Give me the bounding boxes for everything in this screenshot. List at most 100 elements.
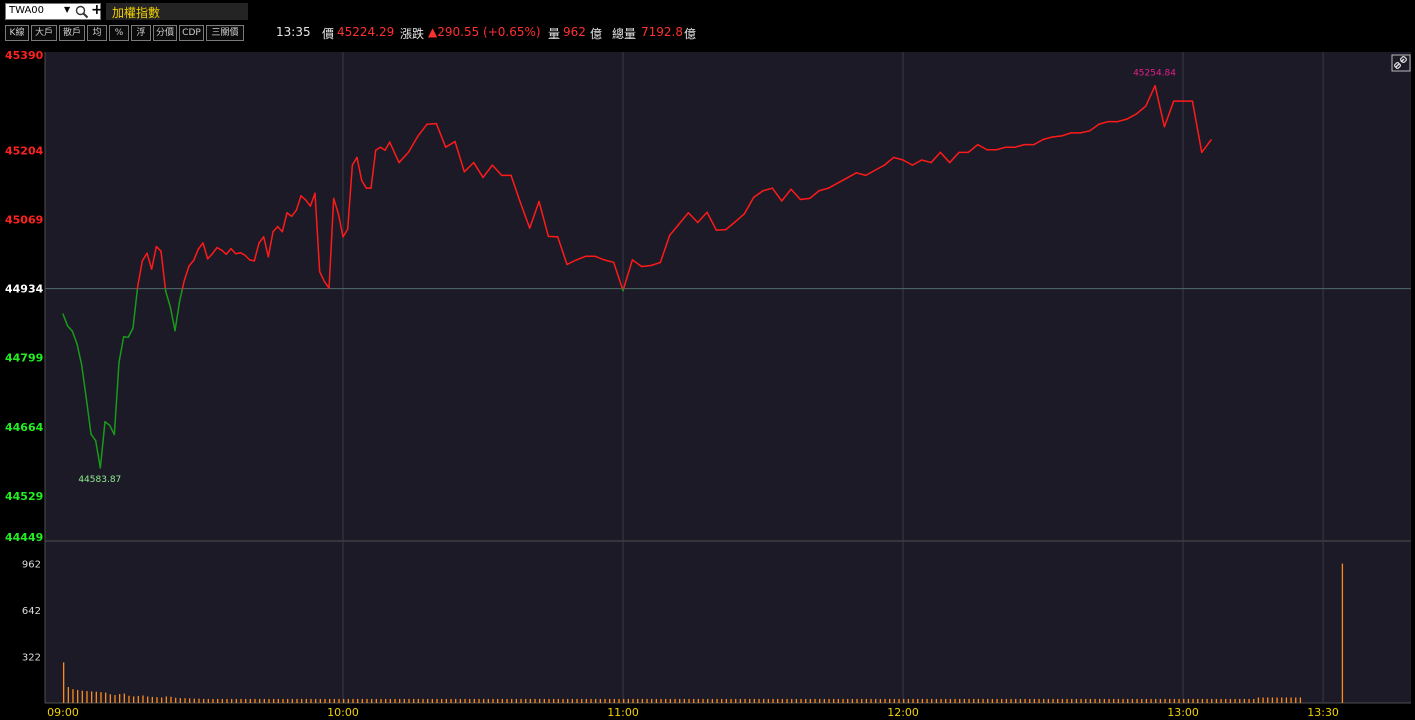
volume-value: 962 (563, 25, 586, 39)
volume-bar (1220, 698, 1222, 703)
volume-bar (1248, 698, 1250, 703)
volume-bar (161, 697, 163, 703)
search-icon[interactable] (75, 5, 89, 19)
price-segment (640, 264, 652, 268)
volume-bar (1047, 698, 1050, 703)
volume-bar (319, 698, 321, 703)
volume-bar (1155, 698, 1157, 703)
price-segment (426, 122, 438, 125)
link-icon[interactable] (1391, 54, 1411, 72)
volume-bar (119, 694, 121, 703)
volume-bar (926, 698, 928, 703)
chevron-down-icon[interactable]: ▼ (64, 5, 70, 14)
volume-bar (669, 698, 672, 703)
retail-button[interactable]: 散戶 (59, 25, 85, 41)
volume-bar (1341, 563, 1344, 703)
price-tick-label: 44934 (5, 283, 44, 296)
volume-bar (72, 689, 74, 703)
price-segment (547, 235, 559, 238)
volume-bar (515, 698, 517, 703)
volume-bar (1173, 698, 1176, 703)
volume-bar (646, 698, 648, 703)
volume-bar (618, 698, 620, 703)
volume-bar (497, 698, 499, 703)
percent-button[interactable]: % (109, 25, 129, 41)
big-player-button[interactable]: 大戶 (31, 25, 57, 41)
volume-bar (1117, 698, 1120, 703)
time-tick-label: 10:00 (327, 706, 359, 719)
float-button[interactable]: 浮 (131, 25, 151, 41)
volume-bar (525, 698, 527, 703)
volume-bar (329, 698, 331, 703)
volume-bar (1150, 698, 1152, 703)
symbol-text: TWA00 (9, 5, 45, 16)
volume-bar (534, 698, 536, 703)
volume-bar (991, 698, 994, 703)
add-icon[interactable]: + (91, 2, 103, 18)
volume-bar (1029, 698, 1031, 703)
volume-bar (1071, 698, 1073, 703)
volume-bar (1253, 698, 1255, 703)
total-value: 7192.8 (641, 25, 683, 39)
volume-bar (179, 698, 181, 703)
volume-bar (380, 698, 382, 703)
volume-bar (735, 698, 737, 703)
price-tick-label: 44799 (5, 352, 43, 365)
volume-bar (315, 698, 317, 703)
volume-bar (1015, 698, 1017, 703)
volume-bar (77, 689, 79, 703)
volume-bar (637, 698, 639, 703)
cdp-button[interactable]: CDP (179, 25, 204, 41)
volume-bar (553, 698, 555, 703)
volume-bar (674, 698, 676, 703)
volume-bar (81, 690, 83, 703)
three-pivot-button[interactable]: 三關價 (206, 25, 244, 41)
volume-bar (231, 698, 233, 703)
volume-bar (641, 698, 644, 703)
volume-bar (170, 696, 172, 703)
volume-bar (543, 698, 546, 703)
volume-bar (609, 698, 611, 703)
volume-bar (394, 698, 396, 703)
volume-bar (777, 698, 779, 703)
volume-bar (1243, 698, 1246, 703)
volume-bar (249, 698, 251, 703)
volume-bar (935, 698, 938, 703)
volume-bar (63, 662, 65, 703)
volume-bar (455, 698, 457, 703)
volume-bar (1281, 697, 1283, 703)
volume-bar (114, 695, 116, 703)
price-distribution-button[interactable]: 分價 (153, 25, 177, 41)
volume-bar (903, 698, 905, 703)
volume-bar (702, 698, 704, 703)
volume-bar (730, 698, 732, 703)
volume-bar (361, 698, 363, 703)
volume-bar (1108, 698, 1110, 703)
price-tick-label: 44449 (5, 531, 43, 544)
volume-bar (301, 698, 303, 703)
volume-bar (833, 698, 835, 703)
price-tick-label: 45204 (5, 144, 44, 157)
volume-bar (529, 698, 531, 703)
volume-bar (1239, 698, 1241, 703)
volume-bar (366, 698, 368, 703)
symbol-input[interactable]: TWA00 ▼ + (5, 2, 103, 20)
volume-bar (501, 698, 503, 703)
volume-bar (800, 698, 802, 703)
volume-bar (1262, 697, 1264, 703)
time-tick-label: 12:00 (887, 706, 919, 719)
volume-bar (399, 698, 401, 703)
volume-bar (324, 698, 326, 703)
volume-bar (585, 698, 588, 703)
intraday-chart: 45390 45204 45069 44934 44799 44664 44529 44449… (0, 46, 1415, 720)
kline-button[interactable]: K線 (5, 25, 29, 41)
time-tick-label: 13:30 (1307, 706, 1339, 719)
volume-bar (1122, 698, 1124, 703)
volume-bar (1010, 698, 1012, 703)
average-button[interactable]: 均 (87, 25, 107, 41)
volume-bar (590, 698, 592, 703)
volume-bar (95, 691, 97, 703)
volume-bar (842, 698, 844, 703)
volume-bar (604, 698, 606, 703)
volume-bar (445, 698, 447, 703)
